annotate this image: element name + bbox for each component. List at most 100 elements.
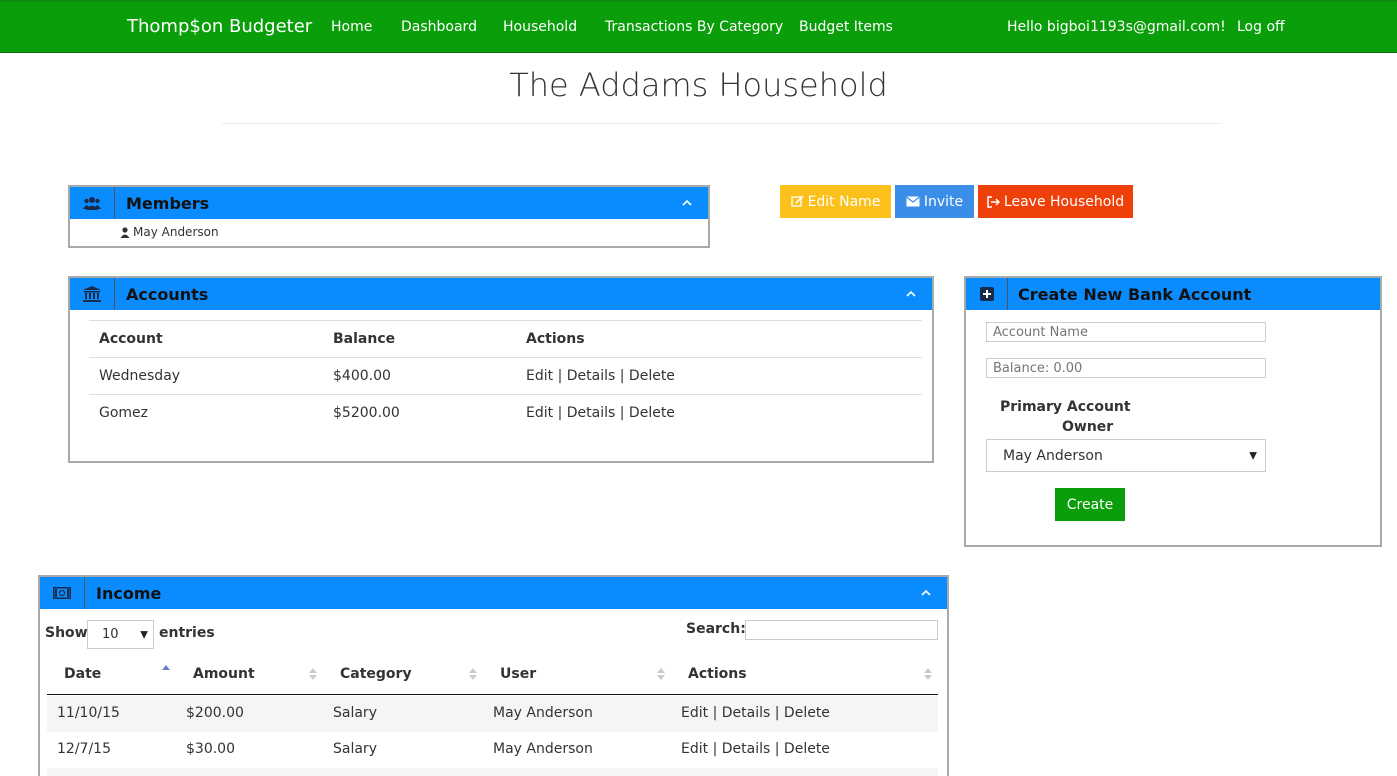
accounts-panel-header: Accounts bbox=[70, 278, 932, 310]
invite-label: Invite bbox=[923, 193, 964, 210]
search-input[interactable] bbox=[745, 620, 938, 640]
create-label: Create bbox=[1066, 496, 1114, 513]
show-label: Show bbox=[45, 625, 88, 641]
edit-link[interactable]: Edit bbox=[526, 405, 553, 421]
income-table-header bbox=[47, 657, 938, 695]
separator: | bbox=[619, 405, 625, 422]
top-navbar: Thomp$on Budgeter Home Dashboard Househo… bbox=[0, 0, 1397, 53]
account-name-input[interactable] bbox=[986, 322, 1266, 342]
member-name: May Anderson bbox=[133, 225, 219, 239]
separator: | bbox=[712, 741, 718, 757]
separator: | bbox=[774, 705, 780, 721]
nav-budget-items[interactable]: Budget Items bbox=[799, 19, 893, 35]
caret-down-icon: ▼ bbox=[1249, 450, 1257, 461]
owner-label-line1: Primary Account bbox=[1000, 399, 1131, 415]
income-date: 12/7/15 bbox=[57, 741, 111, 757]
table-row: Wednesday $400.00 Edit | Details | Delet… bbox=[89, 357, 922, 395]
member-item: May Anderson bbox=[120, 225, 219, 239]
money-icon bbox=[40, 577, 85, 609]
search-label: Search: bbox=[686, 621, 746, 637]
sign-out-icon bbox=[987, 195, 1000, 208]
sort-icon[interactable] bbox=[924, 666, 932, 682]
details-link[interactable]: Details bbox=[567, 368, 616, 384]
logoff-link[interactable]: Log off bbox=[1237, 19, 1285, 35]
balance-input[interactable] bbox=[986, 358, 1266, 378]
owner-select[interactable]: May Anderson ▼ bbox=[986, 439, 1266, 472]
invite-button[interactable]: Invite bbox=[895, 185, 974, 218]
separator: | bbox=[557, 368, 563, 384]
edit-link[interactable]: Edit bbox=[681, 741, 708, 757]
envelope-icon bbox=[905, 196, 920, 207]
accounts-panel: Accounts Account Balance Actions Wednesd… bbox=[68, 276, 934, 463]
user-icon bbox=[120, 226, 130, 238]
user-greeting-link[interactable]: Hello bigboi1193s@gmail.com! bbox=[1007, 19, 1226, 35]
separator: | bbox=[712, 705, 718, 721]
brand-link[interactable]: Thomp$on Budgeter bbox=[127, 16, 312, 37]
income-category: Salary bbox=[333, 741, 377, 757]
separator: | bbox=[619, 368, 625, 384]
income-user: May Anderson bbox=[493, 705, 593, 721]
income-title: Income bbox=[96, 584, 162, 603]
edit-icon bbox=[790, 195, 804, 207]
sort-icon[interactable] bbox=[309, 666, 317, 682]
delete-link[interactable]: Delete bbox=[784, 741, 830, 757]
row-actions: Edit | Details | Delete bbox=[681, 741, 830, 757]
row-actions: Edit | Details | Delete bbox=[516, 395, 922, 432]
entries-select[interactable]: 10 ▼ bbox=[87, 620, 154, 649]
members-panel-header: Members bbox=[70, 187, 708, 219]
chevron-up-icon[interactable] bbox=[680, 196, 694, 210]
details-link[interactable]: Details bbox=[567, 405, 616, 421]
title-divider bbox=[222, 123, 1222, 124]
create-account-panel-header: Create New Bank Account bbox=[966, 278, 1380, 310]
details-link[interactable]: Details bbox=[722, 705, 771, 721]
users-icon bbox=[70, 187, 115, 219]
entries-label: entries bbox=[159, 625, 215, 641]
income-panel: Income Show 10 ▼ entries Search: Date Am… bbox=[38, 575, 949, 776]
leave-household-label: Leave Household bbox=[1003, 193, 1125, 210]
table-row: 12/7/15 $30.00 Salary May Anderson Edit … bbox=[47, 732, 938, 768]
income-category: Salary bbox=[333, 705, 377, 721]
accounts-table: Account Balance Actions Wednesday $400.0… bbox=[89, 320, 922, 432]
col-balance: Balance bbox=[323, 320, 516, 358]
delete-link[interactable]: Delete bbox=[784, 705, 830, 721]
edit-link[interactable]: Edit bbox=[526, 368, 553, 384]
income-date: 11/10/15 bbox=[57, 705, 120, 721]
delete-link[interactable]: Delete bbox=[629, 368, 675, 384]
table-row: 11/10/15 $200.00 Salary May Anderson Edi… bbox=[47, 696, 938, 732]
edit-name-button[interactable]: Edit Name bbox=[780, 185, 891, 218]
table-row: Gomez $5200.00 Edit | Details | Delete bbox=[89, 395, 922, 432]
members-panel: Members May Anderson bbox=[68, 185, 710, 248]
members-title: Members bbox=[126, 194, 210, 213]
chevron-up-icon[interactable] bbox=[904, 287, 918, 301]
accounts-table-header: Account Balance Actions bbox=[89, 320, 922, 358]
nav-household[interactable]: Household bbox=[503, 19, 577, 35]
account-name: Wednesday bbox=[89, 357, 323, 395]
income-amount: $200.00 bbox=[186, 705, 244, 721]
income-panel-header: Income bbox=[40, 577, 947, 609]
create-button[interactable]: Create bbox=[1055, 488, 1125, 521]
edit-link[interactable]: Edit bbox=[681, 705, 708, 721]
plus-square-icon bbox=[966, 278, 1008, 310]
sort-icon[interactable] bbox=[657, 666, 665, 682]
page-title: The Addams Household bbox=[509, 66, 888, 104]
account-balance: $400.00 bbox=[323, 357, 516, 395]
separator: | bbox=[557, 405, 563, 422]
account-balance: $5200.00 bbox=[333, 405, 400, 422]
table-row bbox=[47, 768, 938, 776]
sort-icon[interactable] bbox=[469, 666, 477, 682]
leave-household-button[interactable]: Leave Household bbox=[978, 185, 1133, 218]
delete-link[interactable]: Delete bbox=[629, 405, 675, 421]
owner-label-line2: Owner bbox=[1062, 419, 1114, 435]
nav-dashboard[interactable]: Dashboard bbox=[401, 19, 477, 35]
details-link[interactable]: Details bbox=[722, 741, 771, 757]
income-amount: $30.00 bbox=[186, 741, 235, 757]
owner-selected-value: May Anderson bbox=[1003, 447, 1103, 464]
col-account: Account bbox=[89, 320, 323, 358]
nav-transactions-by-category[interactable]: Transactions By Category bbox=[605, 19, 783, 35]
row-actions: Edit | Details | Delete bbox=[681, 705, 830, 721]
sort-asc-icon[interactable] bbox=[162, 663, 170, 679]
nav-home[interactable]: Home bbox=[331, 19, 372, 35]
chevron-up-icon[interactable] bbox=[919, 586, 933, 600]
separator: | bbox=[774, 741, 780, 757]
col-actions: Actions bbox=[516, 320, 922, 358]
